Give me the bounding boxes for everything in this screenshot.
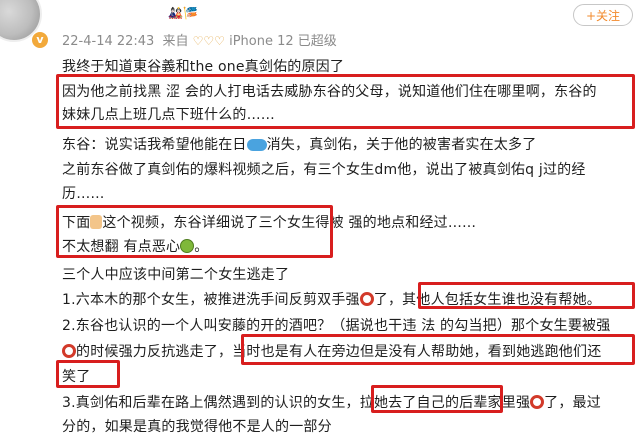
verified-badge-icon: v [31, 31, 49, 49]
post-text: 东谷：说实话我希望他能在日 [62, 137, 247, 153]
circle-emoji-icon [62, 344, 76, 358]
post-line: 3.真剑佑和后辈在路上偶然遇到的认识的女生，拉她去了自己的后辈家里强 了，最过 [62, 392, 601, 412]
heart-icon: ♡ [192, 34, 204, 48]
heart-icon: ♡ [203, 34, 215, 48]
highlight-box [56, 205, 333, 258]
post-line: 我终于知道東谷義和the one真剑佑的原因了 [62, 59, 345, 75]
post-line: 2.东谷也认识的一个人叫安藤的开的酒吧？（据说也干违 法 的勾当把）那个女生要被… [62, 318, 611, 334]
post-line: 之前东谷做了真剑佑的爆料视频之后，有三个女生dm他，说出了被真剑佑q j过的经 [62, 162, 586, 178]
post-text: 1.六本木的那个女生，被推进洗手间反剪双手强 [62, 292, 360, 308]
post-line: 分的，如果是真的我觉得他不是人的一部分 [62, 419, 332, 435]
highlight-box [56, 74, 635, 129]
title-badge-icon: 🎏 [183, 6, 198, 20]
highlight-box [371, 385, 503, 413]
highlight-box [56, 360, 120, 388]
post-date: 22-4-14 22:43 [62, 34, 155, 49]
highlight-box [241, 334, 635, 365]
title-badge-icon: 🎎 [168, 6, 183, 20]
circle-emoji-icon [359, 292, 374, 306]
highlight-box [418, 282, 635, 309]
heart-icon: ♡ [214, 34, 225, 48]
post-text: 消失，真剑佑，关于他的被害者实在太多了 [266, 137, 537, 153]
post-source[interactable]: iPhone 12 已超级 [229, 34, 337, 49]
post-line: 三个人中应该中间第二个女生逃走了 [62, 267, 290, 283]
whale-emoji-icon [246, 139, 267, 151]
post-text: 了，最过 [544, 395, 601, 411]
follow-button[interactable]: +关注 [573, 4, 633, 26]
post-line: 东谷：说实话我希望他能在日 消失，真剑佑，关于他的被害者实在太多了 [62, 134, 536, 154]
circle-emoji-icon [530, 395, 545, 409]
post-line: 历…… [62, 186, 105, 202]
source-prefix: 来自 [162, 34, 189, 49]
post-meta: 22-4-14 22:43 来自 ♡♡♡ iPhone 12 已超级 [62, 30, 337, 49]
